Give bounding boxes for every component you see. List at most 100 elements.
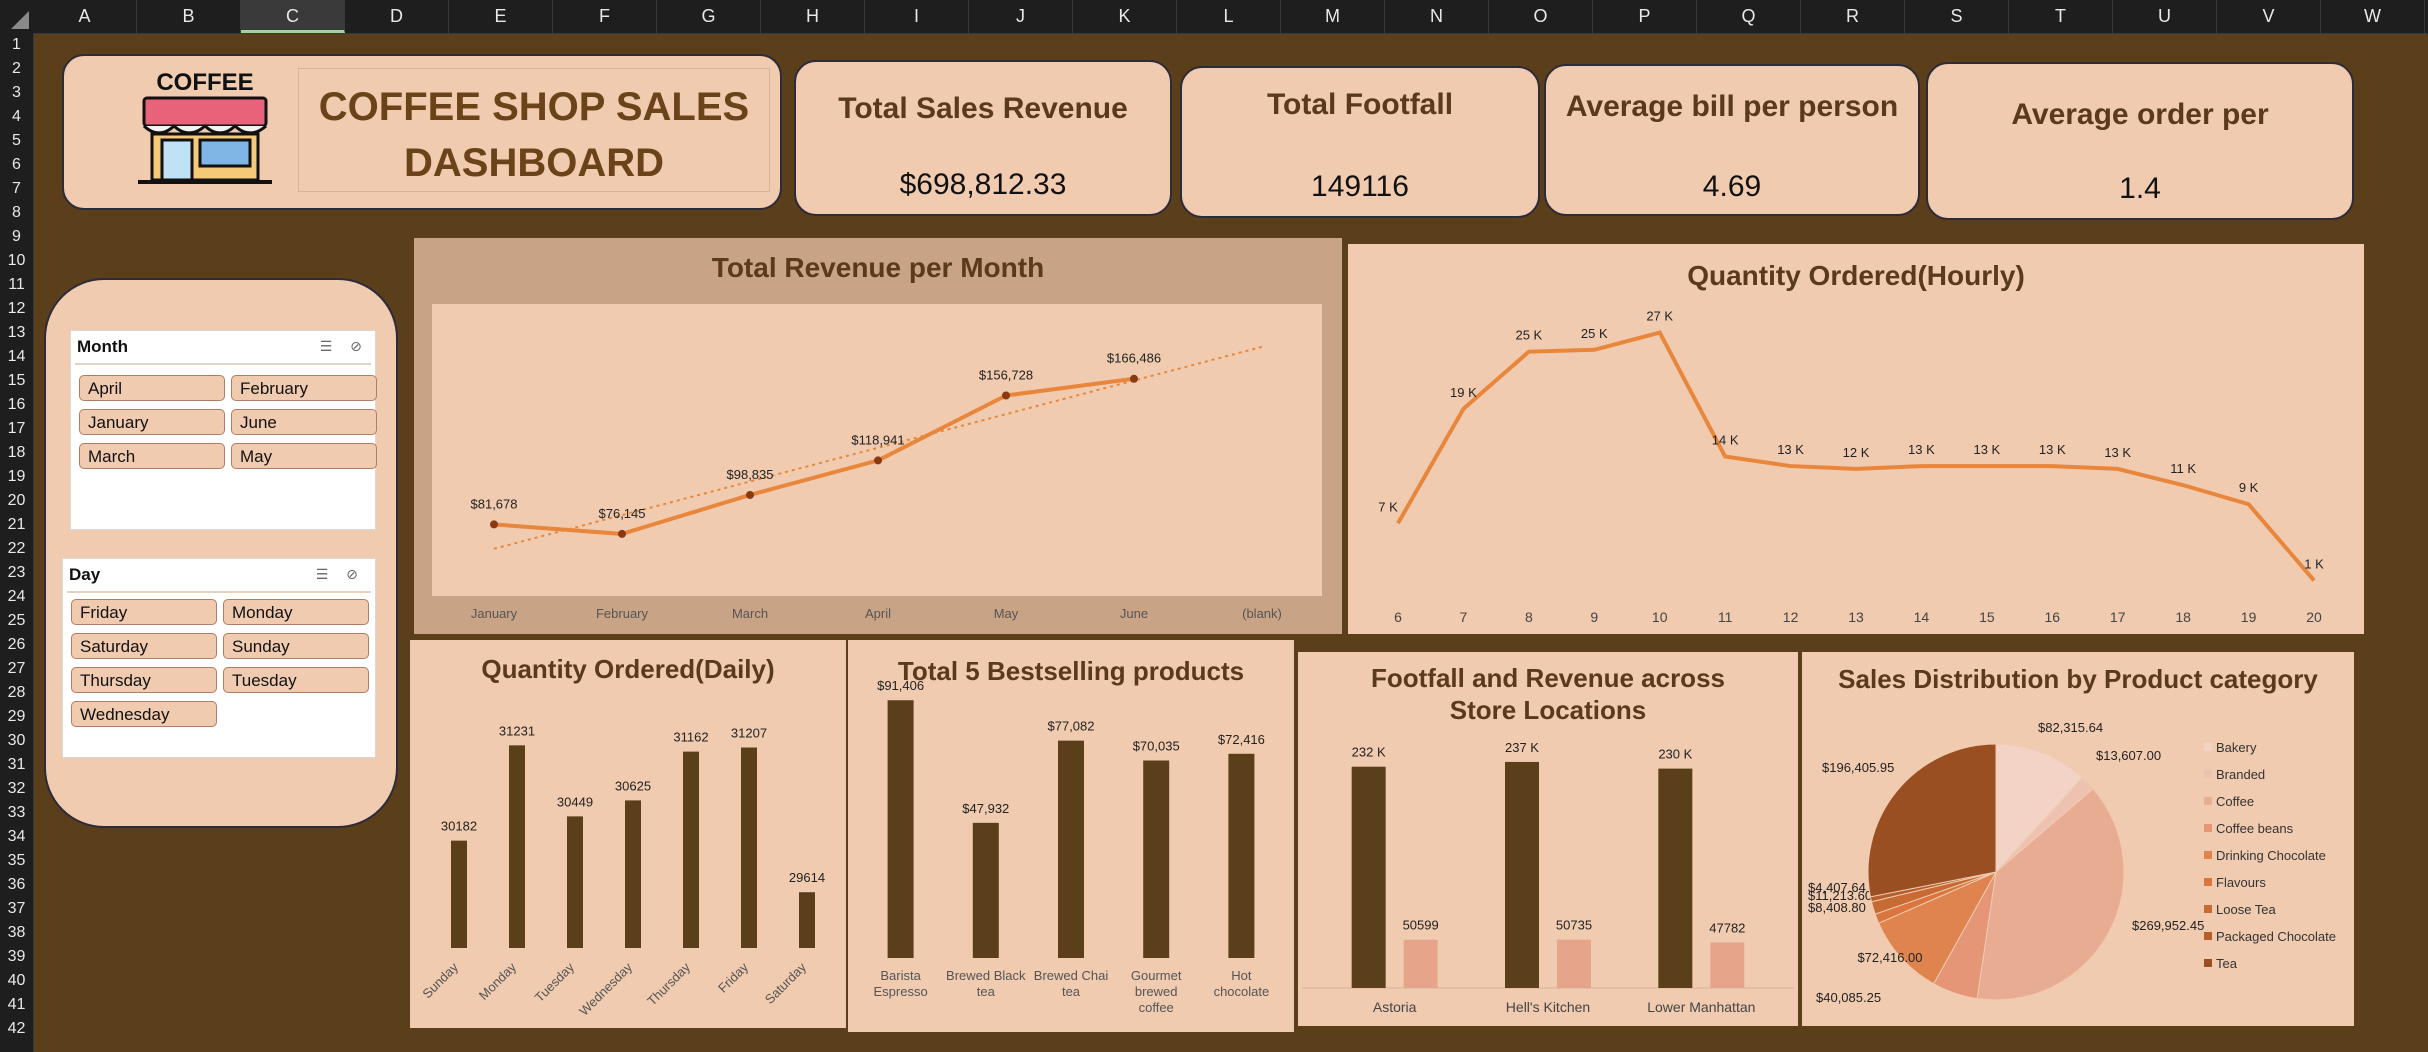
day-item-saturday[interactable]: Saturday xyxy=(71,633,217,659)
row-header-12[interactable]: 12 xyxy=(0,300,33,317)
row-header-39[interactable]: 39 xyxy=(0,948,33,965)
row-header-15[interactable]: 15 xyxy=(0,372,33,389)
multi-select-icon[interactable]: ☰ xyxy=(317,338,335,354)
month-item-may[interactable]: May xyxy=(231,443,377,469)
day-item-sunday[interactable]: Sunday xyxy=(223,633,369,659)
column-header-b[interactable]: B xyxy=(137,0,241,33)
column-header-g[interactable]: G xyxy=(657,0,761,33)
row-header-31[interactable]: 31 xyxy=(0,756,33,773)
month-item-march[interactable]: March xyxy=(79,443,225,469)
day-item-thursday[interactable]: Thursday xyxy=(71,667,217,693)
row-header-18[interactable]: 18 xyxy=(0,444,33,461)
x-tick-label: January xyxy=(471,606,518,621)
row-header-10[interactable]: 10 xyxy=(0,252,33,269)
clear-filter-icon[interactable]: ⊘ xyxy=(343,566,361,582)
row-header-5[interactable]: 5 xyxy=(0,132,33,149)
row-header-25[interactable]: 25 xyxy=(0,612,33,629)
legend-label: Flavours xyxy=(2216,875,2266,890)
day-item-friday[interactable]: Friday xyxy=(71,599,217,625)
column-header-t[interactable]: T xyxy=(2009,0,2113,33)
store-chart[interactable]: Footfall and Revenue across Store Locati… xyxy=(1298,652,1798,1026)
row-header-20[interactable]: 20 xyxy=(0,492,33,509)
row-header-26[interactable]: 26 xyxy=(0,636,33,653)
column-header-i[interactable]: I xyxy=(865,0,969,33)
row-header-23[interactable]: 23 xyxy=(0,564,33,581)
column-header-a[interactable]: A xyxy=(33,0,137,33)
x-tick-label: 20 xyxy=(2306,609,2322,625)
column-header-j[interactable]: J xyxy=(969,0,1073,33)
select-all-corner[interactable] xyxy=(0,0,33,33)
row-header-36[interactable]: 36 xyxy=(0,876,33,893)
row-header-19[interactable]: 19 xyxy=(0,468,33,485)
store-bar xyxy=(1658,768,1693,988)
row-header-14[interactable]: 14 xyxy=(0,348,33,365)
row-header-8[interactable]: 8 xyxy=(0,204,33,221)
store-bar xyxy=(1403,939,1438,988)
day-item-wednesday[interactable]: Wednesday xyxy=(71,701,217,727)
row-header-1[interactable]: 1 xyxy=(0,36,33,53)
revenue-month-chart[interactable]: Total Revenue per Month $81,678 $76,145 $9… xyxy=(414,238,1342,634)
legend-swatch xyxy=(2204,851,2212,859)
legend-label: Loose Tea xyxy=(2216,902,2277,917)
clear-filter-icon[interactable]: ⊘ xyxy=(347,338,365,354)
row-header-40[interactable]: 40 xyxy=(0,972,33,989)
x-tick-label: Hot chocolate xyxy=(1214,968,1270,999)
column-header-d[interactable]: D xyxy=(345,0,449,33)
month-item-february[interactable]: February xyxy=(231,375,377,401)
row-header-27[interactable]: 27 xyxy=(0,660,33,677)
legend-swatch xyxy=(2204,932,2212,940)
column-header-s[interactable]: S xyxy=(1905,0,2009,33)
column-header-f[interactable]: F xyxy=(553,0,657,33)
column-header-k[interactable]: K xyxy=(1073,0,1177,33)
row-header-3[interactable]: 3 xyxy=(0,84,33,101)
column-header-n[interactable]: N xyxy=(1385,0,1489,33)
column-header-l[interactable]: L xyxy=(1177,0,1281,33)
month-item-january[interactable]: January xyxy=(79,409,225,435)
column-header-v[interactable]: V xyxy=(2217,0,2321,33)
row-header-28[interactable]: 28 xyxy=(0,684,33,701)
row-header-34[interactable]: 34 xyxy=(0,828,33,845)
multi-select-icon[interactable]: ☰ xyxy=(313,566,331,582)
row-header-30[interactable]: 30 xyxy=(0,732,33,749)
qty-hourly-chart[interactable]: Quantity Ordered(Hourly) 7 K 6 19 K 7 25 K82… xyxy=(1348,244,2364,634)
row-header-24[interactable]: 24 xyxy=(0,588,33,605)
column-header-p[interactable]: P xyxy=(1593,0,1697,33)
column-header-o[interactable]: O xyxy=(1489,0,1593,33)
column-header-r[interactable]: R xyxy=(1801,0,1905,33)
row-header-9[interactable]: 9 xyxy=(0,228,33,245)
row-header-42[interactable]: 42 xyxy=(0,1020,33,1037)
row-header-38[interactable]: 38 xyxy=(0,924,33,941)
row-header-4[interactable]: 4 xyxy=(0,108,33,125)
row-header-32[interactable]: 32 xyxy=(0,780,33,797)
legend-swatch xyxy=(2204,959,2212,967)
column-header-u[interactable]: U xyxy=(2113,0,2217,33)
top5-chart[interactable]: Total 5 Bestselling products $91,406 Bari… xyxy=(848,640,1294,1032)
row-header-22[interactable]: 22 xyxy=(0,540,33,557)
row-header-6[interactable]: 6 xyxy=(0,156,33,173)
column-header-c[interactable]: C xyxy=(241,0,345,33)
row-header-33[interactable]: 33 xyxy=(0,804,33,821)
month-item-june[interactable]: June xyxy=(231,409,377,435)
row-header-13[interactable]: 13 xyxy=(0,324,33,341)
row-header-11[interactable]: 11 xyxy=(0,276,33,293)
column-header-m[interactable]: M xyxy=(1281,0,1385,33)
day-item-tuesday[interactable]: Tuesday xyxy=(223,667,369,693)
data-label: 13 K xyxy=(2039,442,2066,457)
qty-daily-chart[interactable]: Quantity Ordered(Daily) 30182 Sunday 31231… xyxy=(410,640,846,1028)
category-chart[interactable]: Sales Distribution by Product category $… xyxy=(1802,652,2354,1026)
row-header-29[interactable]: 29 xyxy=(0,708,33,725)
month-item-april[interactable]: April xyxy=(79,375,225,401)
row-header-2[interactable]: 2 xyxy=(0,60,33,77)
column-header-q[interactable]: Q xyxy=(1697,0,1801,33)
row-header-21[interactable]: 21 xyxy=(0,516,33,533)
row-header-37[interactable]: 37 xyxy=(0,900,33,917)
row-header-16[interactable]: 16 xyxy=(0,396,33,413)
row-header-35[interactable]: 35 xyxy=(0,852,33,869)
row-header-41[interactable]: 41 xyxy=(0,996,33,1013)
column-header-w[interactable]: W xyxy=(2321,0,2425,33)
row-header-17[interactable]: 17 xyxy=(0,420,33,437)
row-header-7[interactable]: 7 xyxy=(0,180,33,197)
column-header-e[interactable]: E xyxy=(449,0,553,33)
day-item-monday[interactable]: Monday xyxy=(223,599,369,625)
column-header-h[interactable]: H xyxy=(761,0,865,33)
